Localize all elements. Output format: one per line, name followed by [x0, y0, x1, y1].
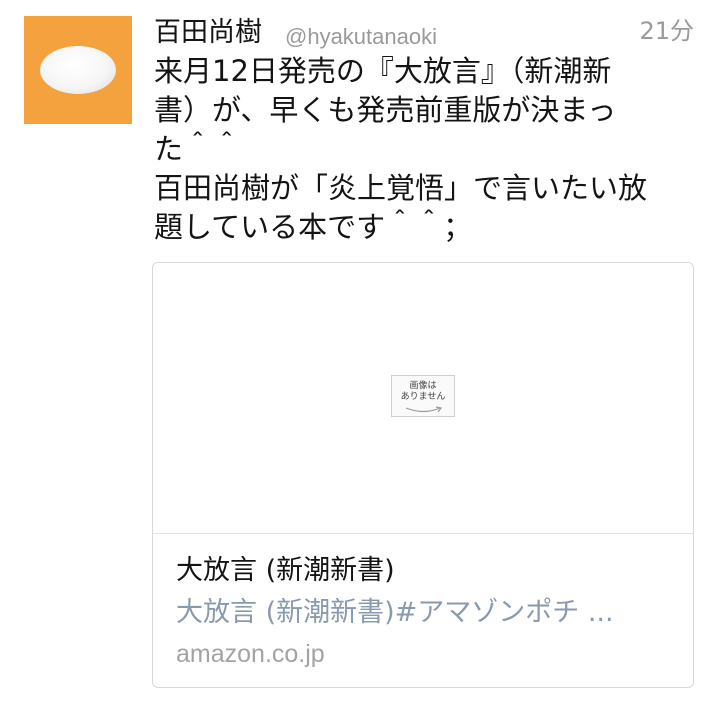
tweet-text-line: た＾＾ — [154, 132, 242, 166]
no-image-text-line: ありません — [400, 392, 446, 402]
default-egg-avatar-icon — [40, 46, 116, 94]
display-name[interactable]: 百田尚樹 — [154, 16, 262, 50]
card-domain: amazon.co.jp — [176, 640, 325, 668]
link-card[interactable]: 画像は ありません 大放言 (新潮新書) 大放言 (新潮新書)#アマゾンポチ .… — [152, 262, 694, 688]
avatar[interactable] — [24, 16, 132, 124]
timestamp[interactable]: 21分 — [639, 16, 694, 46]
tweet-text-line: 書）が、早くも発売前重版が決まっ — [154, 93, 617, 127]
tweet-text: 来月12日発売の『大放言』（新潮新 書）が、早くも発売前重版が決まっ た＾＾ 百… — [154, 52, 674, 247]
amazon-no-image-icon: 画像は ありません — [391, 375, 455, 417]
card-description: 大放言 (新潮新書)#アマゾンポチ ... — [176, 597, 614, 628]
user-handle[interactable]: @hyakutanaoki — [285, 22, 437, 52]
tweet[interactable]: 百田尚樹 @hyakutanaoki 21分 来月12日発売の『大放言』（新潮新… — [0, 0, 708, 705]
tweet-text-line: 来月12日発売の『大放言』（新潮新 — [154, 54, 612, 88]
tweet-header: 百田尚樹 @hyakutanaoki 21分 — [154, 12, 696, 52]
amazon-smile-arrow-icon — [405, 406, 443, 413]
card-image[interactable]: 画像は ありません — [153, 263, 693, 534]
no-image-text-line: 画像は — [409, 381, 437, 391]
card-title[interactable]: 大放言 (新潮新書) — [176, 553, 395, 589]
tweet-text-line: 百田尚樹が「炎上覚悟」で言いたい放 — [154, 171, 648, 205]
tweet-text-line: 題している本です＾＾； — [154, 210, 473, 244]
